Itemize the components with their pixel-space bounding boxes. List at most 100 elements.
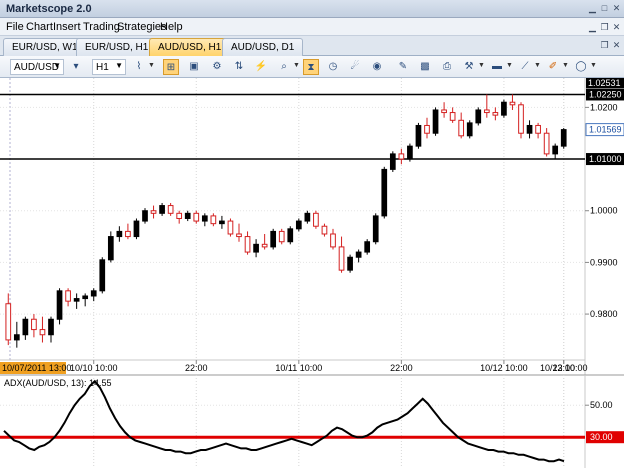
- pencil-icon[interactable]: ✎: [395, 59, 411, 75]
- chart-type-icon[interactable]: ⌇: [131, 59, 147, 75]
- candle-body: [133, 220, 140, 238]
- mdi-minimize-icon[interactable]: ▁: [587, 22, 598, 33]
- window-title: Marketscope 2.0: [6, 3, 92, 15]
- chart-canvas[interactable]: 1.0200 1.0000 0.9900 0.9800 1.025311.02250 1.…: [0, 78, 624, 468]
- close-icon[interactable]: ✕: [611, 3, 622, 14]
- trendline-icon[interactable]: ⟋: [517, 59, 533, 75]
- zoom-icon[interactable]: ⌕: [276, 59, 292, 75]
- chevron-down-icon: ▼: [53, 61, 61, 70]
- chevron-down-icon[interactable]: ▼: [562, 62, 569, 69]
- tab-eurusd-h1[interactable]: EUR/USD, H1: [76, 38, 158, 56]
- tabs-restore-icon[interactable]: ❐: [599, 40, 610, 51]
- candle: [389, 151, 396, 172]
- candle-body: [543, 132, 550, 155]
- adx-panel[interactable]: ADX(AUD/USD, 13): 14.55 50.0030.00: [0, 374, 624, 468]
- y-tick-label: 1.0200: [590, 102, 618, 112]
- candle-body: [244, 236, 251, 253]
- chevron-down-icon[interactable]: ▼: [148, 62, 155, 69]
- instrument-settings-icon[interactable]: ▾: [68, 59, 84, 75]
- candle-body: [73, 298, 80, 302]
- candle-body: [116, 230, 123, 238]
- x-tick-label: 10/11 10:00: [275, 363, 322, 373]
- clock-icon[interactable]: ◷: [325, 59, 341, 75]
- signals-icon[interactable]: ⇅: [231, 59, 247, 75]
- candle-body: [509, 101, 516, 106]
- candle-body: [330, 233, 336, 248]
- candle-body: [535, 124, 541, 134]
- alerts-icon[interactable]: ☄: [347, 59, 363, 75]
- candle: [142, 208, 148, 224]
- print-icon[interactable]: ⎙: [439, 59, 455, 75]
- tab-eurusd-w1[interactable]: EUR/USD, W1: [3, 38, 87, 56]
- candle: [347, 254, 353, 273]
- chart-area[interactable]: 1.0200 1.0000 0.9900 0.9800 1.02531 1.02250 1.…: [0, 78, 624, 468]
- adx-plot-bg: [0, 375, 624, 468]
- order-icon[interactable]: ⚒: [461, 59, 477, 75]
- candle-body: [415, 124, 422, 147]
- maximize-icon[interactable]: □: [599, 3, 610, 14]
- candle-body: [372, 215, 379, 243]
- candle-body: [492, 112, 499, 116]
- candle-body: [270, 230, 277, 248]
- ellipse-icon[interactable]: ◯: [573, 59, 589, 75]
- candle: [560, 128, 567, 149]
- candle-body: [82, 295, 89, 300]
- timeframe-value: H1: [96, 62, 109, 73]
- timeframe-select[interactable]: H1 ▼: [92, 59, 126, 75]
- candle-body: [347, 256, 353, 271]
- instrument-select[interactable]: AUD/USD ▼: [10, 59, 64, 75]
- candle-body: [210, 215, 217, 225]
- tab-audusd-d1[interactable]: AUD/USD, D1: [222, 38, 304, 56]
- minimize-icon[interactable]: ▁: [587, 3, 598, 14]
- auto-scroll-icon[interactable]: ⧗: [303, 59, 319, 75]
- price-panel[interactable]: 1.0200 1.0000 0.9900 0.9800 1.025311.02250 1.…: [0, 78, 624, 375]
- menu-file[interactable]: File: [6, 21, 24, 33]
- chevron-down-icon[interactable]: ▼: [590, 62, 597, 69]
- candle-body: [219, 220, 225, 225]
- candle-body: [338, 246, 345, 271]
- candle: [270, 228, 277, 250]
- candle-body: [501, 101, 507, 116]
- horizontal-line-icon[interactable]: ▬: [489, 59, 505, 75]
- chevron-down-icon[interactable]: ▼: [534, 62, 541, 69]
- chevron-down-icon: ▼: [115, 61, 123, 70]
- chevron-down-icon[interactable]: ▼: [506, 62, 513, 69]
- strategies-icon[interactable]: ⚡: [253, 59, 269, 75]
- chevron-down-icon[interactable]: ▼: [293, 62, 300, 69]
- candle: [415, 122, 422, 149]
- y-tick-label: 0.9800: [590, 309, 618, 319]
- candle-body: [201, 215, 208, 222]
- menu-insert[interactable]: Insert: [53, 21, 81, 33]
- candle: [313, 210, 319, 229]
- brush-icon[interactable]: ✐: [545, 59, 561, 75]
- candle-body: [261, 243, 268, 248]
- image-icon[interactable]: ▩: [417, 59, 433, 75]
- x-tick-label: 22:00: [185, 363, 208, 373]
- crosshair-mode-icon[interactable]: ⊞: [163, 59, 179, 75]
- start-date-label: 10/07/2011 13:00: [2, 363, 71, 373]
- mdi-restore-icon[interactable]: ❐: [599, 22, 610, 33]
- adx-level-label: 30.00: [590, 432, 613, 442]
- candle-body: [389, 153, 396, 170]
- tabs-close-icon[interactable]: ✕: [611, 40, 622, 51]
- globe-icon[interactable]: ◉: [369, 59, 385, 75]
- menu-help[interactable]: Help: [160, 21, 183, 33]
- chevron-down-icon[interactable]: ▼: [478, 62, 485, 69]
- indicators-icon[interactable]: ⚙: [209, 59, 225, 75]
- time-axis: 10/10 10:00 22:00 10/11 10:00 22:00 10/12 10…: [0, 359, 588, 374]
- candle-body: [142, 210, 148, 222]
- candle-body: [22, 318, 29, 336]
- mdi-close-icon[interactable]: ✕: [611, 22, 622, 33]
- top-price-label: 1.02531: [588, 78, 621, 88]
- candle-body: [560, 129, 567, 147]
- chart-toolbar: AUD/USD ▼ ▾ H1 ▼ ⌇ ▼ ⊞ ▣ ⚙ ⇅ ⚡ ⌕ ▼ ⧗ ◷ ☄ ◉…: [0, 56, 624, 78]
- candle: [227, 218, 234, 237]
- menu-trading[interactable]: Trading: [83, 21, 120, 33]
- candle: [466, 120, 473, 139]
- data-window-icon[interactable]: ▣: [186, 59, 202, 75]
- menu-chart[interactable]: Chart: [26, 21, 53, 33]
- candle-body: [518, 104, 524, 134]
- candle-body: [441, 109, 447, 114]
- adx-tick-label: 50.00: [590, 400, 613, 410]
- candle: [364, 239, 371, 255]
